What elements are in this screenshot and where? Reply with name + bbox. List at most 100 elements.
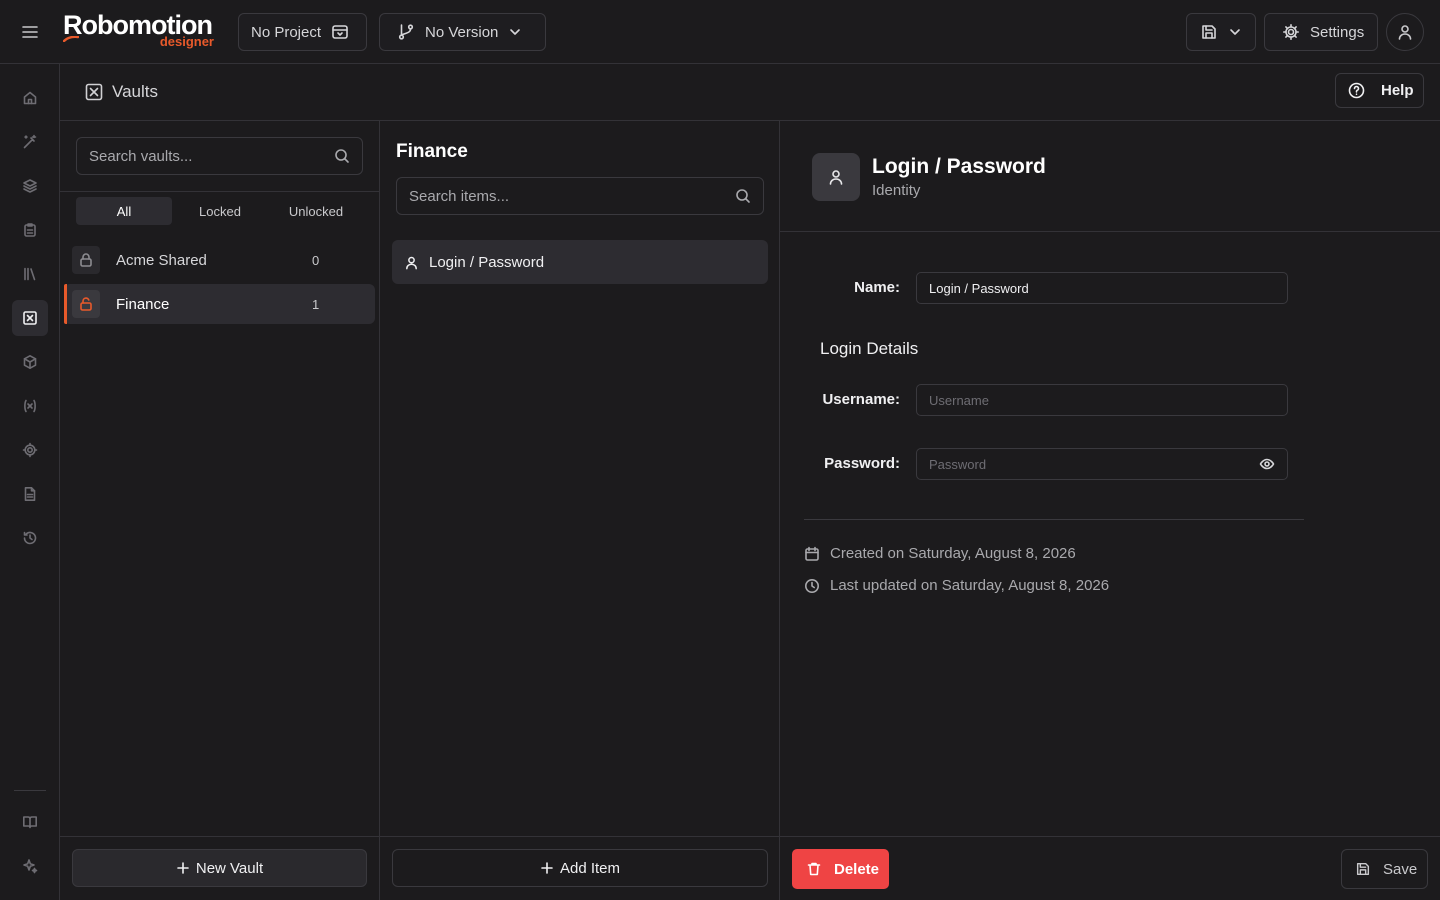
menu-icon[interactable] xyxy=(20,22,40,42)
logo-swoosh-icon xyxy=(63,36,79,42)
username-placeholder: Username xyxy=(929,392,989,408)
filter-locked[interactable]: Locked xyxy=(172,197,268,225)
variable-icon[interactable] xyxy=(12,388,48,424)
vault-item-count: 0 xyxy=(312,252,320,268)
save-dropdown-button[interactable] xyxy=(1186,13,1256,51)
chevron-down-icon xyxy=(1228,25,1242,39)
new-vault-button[interactable]: New Vault xyxy=(72,849,367,887)
user-icon xyxy=(404,255,419,270)
version-selector[interactable]: No Version xyxy=(379,13,546,51)
eye-icon[interactable] xyxy=(1259,456,1275,472)
chevron-down-icon xyxy=(508,25,522,39)
vaults-panel: Search vaults... All Locked Unlocked Acm… xyxy=(60,121,380,900)
divider xyxy=(780,231,1440,232)
file-icon[interactable] xyxy=(12,476,48,512)
created-date: Created on Saturday, August 8, 2026 xyxy=(804,545,1076,562)
history-icon[interactable] xyxy=(12,520,48,556)
page-title: Vaults xyxy=(112,82,158,101)
name-label: Name: xyxy=(854,279,900,296)
user-avatar[interactable] xyxy=(1386,13,1424,51)
identity-icon xyxy=(812,153,860,201)
username-field[interactable]: Username xyxy=(916,384,1288,416)
divider xyxy=(60,836,379,837)
layers-icon[interactable] xyxy=(12,168,48,204)
item-title: Login / Password xyxy=(872,155,1046,178)
gear-icon[interactable] xyxy=(12,432,48,468)
password-label: Password: xyxy=(824,455,900,472)
vault-search-input[interactable]: Search vaults... xyxy=(76,137,363,175)
help-circle-icon xyxy=(1348,82,1365,99)
home-icon[interactable] xyxy=(12,80,48,116)
divider xyxy=(780,836,1440,837)
vault-icon xyxy=(84,82,104,102)
save-icon xyxy=(1355,861,1371,877)
divider xyxy=(380,836,779,837)
vault-filter-tabs: All Locked Unlocked xyxy=(76,197,364,225)
username-label: Username: xyxy=(822,391,900,408)
unlock-icon xyxy=(72,290,100,318)
git-branch-icon xyxy=(397,23,415,41)
vault-name: Finance xyxy=(116,295,170,313)
delete-label: Delete xyxy=(834,860,880,878)
vault-item-finance[interactable]: Finance 1 xyxy=(64,284,375,324)
wand-icon[interactable] xyxy=(12,124,48,160)
sparkle-icon[interactable] xyxy=(12,848,48,884)
save-icon xyxy=(1200,23,1218,41)
logo-subtext: designer xyxy=(159,34,214,49)
page-header: Vaults Help xyxy=(60,64,1440,121)
item-label: Login / Password xyxy=(429,253,545,271)
clipboard-icon[interactable] xyxy=(12,212,48,248)
user-icon xyxy=(1396,23,1414,41)
item-type: Identity xyxy=(872,182,921,199)
name-field[interactable]: Login / Password xyxy=(916,272,1288,304)
new-vault-label: New Vault xyxy=(195,859,264,877)
vault-item-acme-shared[interactable]: Acme Shared 0 xyxy=(64,240,375,280)
add-item-label: Add Item xyxy=(559,859,621,877)
filter-unlocked[interactable]: Unlocked xyxy=(268,197,364,225)
help-label: Help xyxy=(1381,82,1414,99)
filter-all[interactable]: All xyxy=(76,197,172,225)
add-item-button[interactable]: Add Item xyxy=(392,849,768,887)
version-label: No Version xyxy=(425,23,499,41)
vault-title: Finance xyxy=(396,141,468,162)
item-search-placeholder: Search items... xyxy=(409,187,510,205)
vault-icon[interactable] xyxy=(12,300,48,336)
item-search-input[interactable]: Search items... xyxy=(396,177,764,215)
password-placeholder: Password xyxy=(929,456,987,472)
password-field[interactable]: Password xyxy=(916,448,1288,480)
section-title: Login Details xyxy=(820,339,919,358)
gear-icon xyxy=(1282,23,1300,41)
trash-icon xyxy=(806,861,822,877)
archive-icon xyxy=(331,23,349,41)
rail-divider xyxy=(14,790,46,791)
settings-label: Settings xyxy=(1310,23,1365,41)
calendar-icon xyxy=(804,546,820,562)
settings-button[interactable]: Settings xyxy=(1264,13,1378,51)
created-text: Created on Saturday, August 8, 2026 xyxy=(830,545,1076,562)
project-label: No Project xyxy=(251,23,322,41)
save-button[interactable]: Save xyxy=(1341,849,1428,889)
robomotion-logo: Robomotion designer xyxy=(63,10,218,54)
library-icon[interactable] xyxy=(12,256,48,292)
updated-text: Last updated on Saturday, August 8, 2026 xyxy=(830,577,1110,594)
divider xyxy=(804,519,1304,520)
items-panel: Finance Search items... Login / Password… xyxy=(380,121,780,900)
search-icon xyxy=(735,188,751,204)
divider xyxy=(60,191,379,192)
clock-icon xyxy=(804,578,820,594)
package-icon[interactable] xyxy=(12,344,48,380)
search-icon xyxy=(334,148,350,164)
save-label: Save xyxy=(1383,860,1418,878)
delete-button[interactable]: Delete xyxy=(792,849,889,889)
top-bar: Robomotion designer No Project No Versio… xyxy=(0,0,1440,64)
navigation-rail xyxy=(0,64,60,900)
project-selector[interactable]: No Project xyxy=(238,13,367,51)
vault-name: Acme Shared xyxy=(116,251,207,269)
vault-item-count: 1 xyxy=(312,296,320,312)
name-value: Login / Password xyxy=(929,280,1029,296)
book-icon[interactable] xyxy=(12,804,48,840)
help-button[interactable]: Help xyxy=(1335,73,1424,108)
item-row-login-password[interactable]: Login / Password xyxy=(392,240,768,284)
vault-search-placeholder: Search vaults... xyxy=(89,147,193,165)
plus-icon xyxy=(540,861,554,875)
